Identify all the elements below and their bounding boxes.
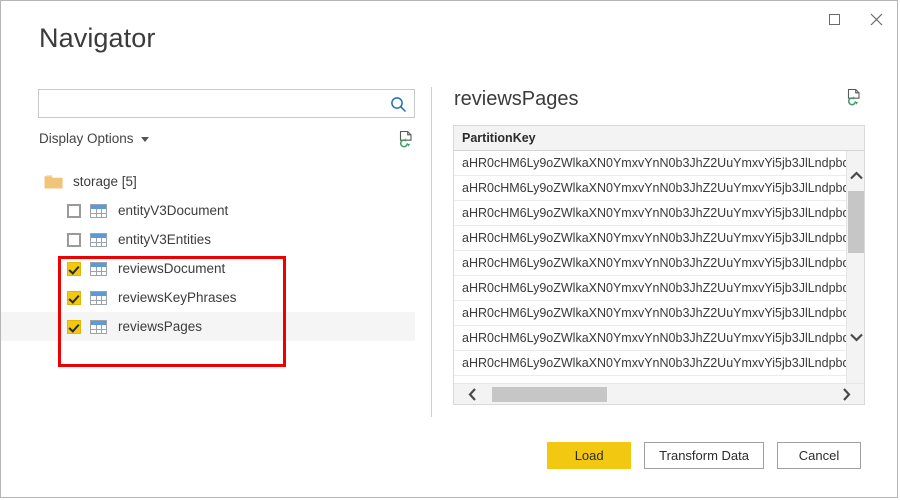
chevron-down-icon xyxy=(849,333,863,342)
preview-panel: reviewsPages PartitionKey aHR0cHM6Ly9oZW… xyxy=(453,86,865,405)
checkbox-entityV3Document[interactable] xyxy=(67,203,81,218)
cancel-button[interactable]: Cancel xyxy=(777,442,861,469)
preview-title: reviewsPages xyxy=(454,88,579,110)
display-options-label: Display Options xyxy=(39,131,134,146)
table-row[interactable]: aHR0cHM6Ly9oZWlkaXN0YmxvYnN0b3JhZ2UuYmxv… xyxy=(454,301,864,326)
tree-node-label: reviewsDocument xyxy=(118,261,226,276)
chevron-right-icon xyxy=(842,387,850,401)
checkbox-reviewsDocument[interactable] xyxy=(67,261,81,276)
tree-node-label: storage [5] xyxy=(73,174,137,189)
column-header-PartitionKey[interactable]: PartitionKey xyxy=(454,126,864,151)
scroll-up-button[interactable] xyxy=(847,165,864,185)
checkbox-reviewsKeyPhrases[interactable] xyxy=(67,290,81,305)
table-row[interactable]: aHR0cHM6Ly9oZWlkaXN0YmxvYnN0b3JhZ2UuYmxv… xyxy=(454,326,864,351)
navigator-dialog: Navigator Display Options storage [5] en… xyxy=(0,0,898,498)
scroll-down-button[interactable] xyxy=(847,327,864,347)
tree-node-label: entityV3Document xyxy=(118,203,229,218)
table-icon xyxy=(90,290,107,305)
table-row[interactable]: aHR0cHM6Ly9oZWlkaXN0YmxvYnN0b3JhZ2UuYmxv… xyxy=(454,351,864,376)
table-icon xyxy=(90,232,107,247)
search-box[interactable] xyxy=(38,89,415,118)
checkbox-entityV3Entities[interactable] xyxy=(67,232,81,247)
vertical-scrollbar-thumb[interactable] xyxy=(848,191,864,253)
data-preview-grid: PartitionKey aHR0cHM6Ly9oZWlkaXN0YmxvYnN… xyxy=(453,125,865,405)
table-row[interactable]: aHR0cHM6Ly9oZWlkaXN0YmxvYnN0b3JhZ2UuYmxv… xyxy=(454,251,864,276)
chevron-left-icon xyxy=(468,387,476,401)
window-controls xyxy=(813,1,897,37)
object-tree: storage [5] entityV3Document entityV3Ent… xyxy=(1,167,415,341)
transform-data-button[interactable]: Transform Data xyxy=(644,442,764,469)
tree-node-label: reviewsPages xyxy=(118,319,203,334)
tree-node-entityV3Entities[interactable]: entityV3Entities xyxy=(1,225,415,254)
panel-divider xyxy=(431,87,432,417)
tree-node-entityV3Document[interactable]: entityV3Document xyxy=(1,196,415,225)
grid-body: aHR0cHM6Ly9oZWlkaXN0YmxvYnN0b3JhZ2UuYmxv… xyxy=(454,151,864,383)
tree-node-reviewsPages[interactable]: reviewsPages xyxy=(1,312,415,341)
search-input[interactable] xyxy=(39,90,379,117)
checkbox-reviewsPages[interactable] xyxy=(67,319,81,334)
table-row[interactable]: aHR0cHM6Ly9oZWlkaXN0YmxvYnN0b3JhZ2UuYmxv… xyxy=(454,151,864,176)
chevron-up-icon xyxy=(849,170,863,179)
display-options-dropdown[interactable]: Display Options xyxy=(39,131,149,146)
tree-node-reviewsDocument[interactable]: reviewsDocument xyxy=(1,254,415,283)
table-icon xyxy=(90,319,107,334)
scroll-left-button[interactable] xyxy=(460,384,484,404)
display-options-row: Display Options xyxy=(38,128,417,151)
horizontal-scrollbar[interactable] xyxy=(454,383,864,404)
table-row[interactable]: aHR0cHM6Ly9oZWlkaXN0YmxvYnN0b3JhZ2UuYmxv… xyxy=(454,276,864,301)
navigation-panel: Display Options storage [5] entityV3Docu… xyxy=(1,89,417,389)
table-row[interactable]: aHR0cHM6Ly9oZWlkaXN0YmxvYnN0b3JhZ2UuYmxv… xyxy=(454,226,864,251)
table-icon xyxy=(90,261,107,276)
horizontal-scrollbar-thumb[interactable] xyxy=(492,387,607,402)
load-button[interactable]: Load xyxy=(547,442,632,469)
table-row[interactable]: aHR0cHM6Ly9oZWlkaXN0YmxvYnN0b3JhZ2UuYmxv… xyxy=(454,201,864,226)
refresh-document-icon[interactable] xyxy=(843,86,865,108)
page-title: Navigator xyxy=(39,23,156,53)
chevron-down-icon xyxy=(140,137,149,142)
close-icon xyxy=(870,13,882,25)
tree-node-reviewsKeyPhrases[interactable]: reviewsKeyPhrases xyxy=(1,283,415,312)
close-button[interactable] xyxy=(855,1,897,37)
maximize-icon xyxy=(828,13,840,25)
maximize-button[interactable] xyxy=(813,1,855,37)
search-icon[interactable] xyxy=(387,93,409,115)
folder-icon xyxy=(44,174,63,189)
scroll-right-button[interactable] xyxy=(834,384,858,404)
tree-node-label: entityV3Entities xyxy=(118,232,212,247)
tree-node-label: reviewsKeyPhrases xyxy=(118,290,237,305)
vertical-scrollbar[interactable] xyxy=(846,151,864,383)
table-icon xyxy=(90,203,107,218)
refresh-document-icon[interactable] xyxy=(395,128,417,150)
tree-node-storage[interactable]: storage [5] xyxy=(1,167,415,196)
dialog-footer: Load Transform Data Cancel xyxy=(547,442,861,469)
preview-header: reviewsPages xyxy=(453,86,865,125)
table-row[interactable]: aHR0cHM6Ly9oZWlkaXN0YmxvYnN0b3JhZ2UuYmxv… xyxy=(454,176,864,201)
